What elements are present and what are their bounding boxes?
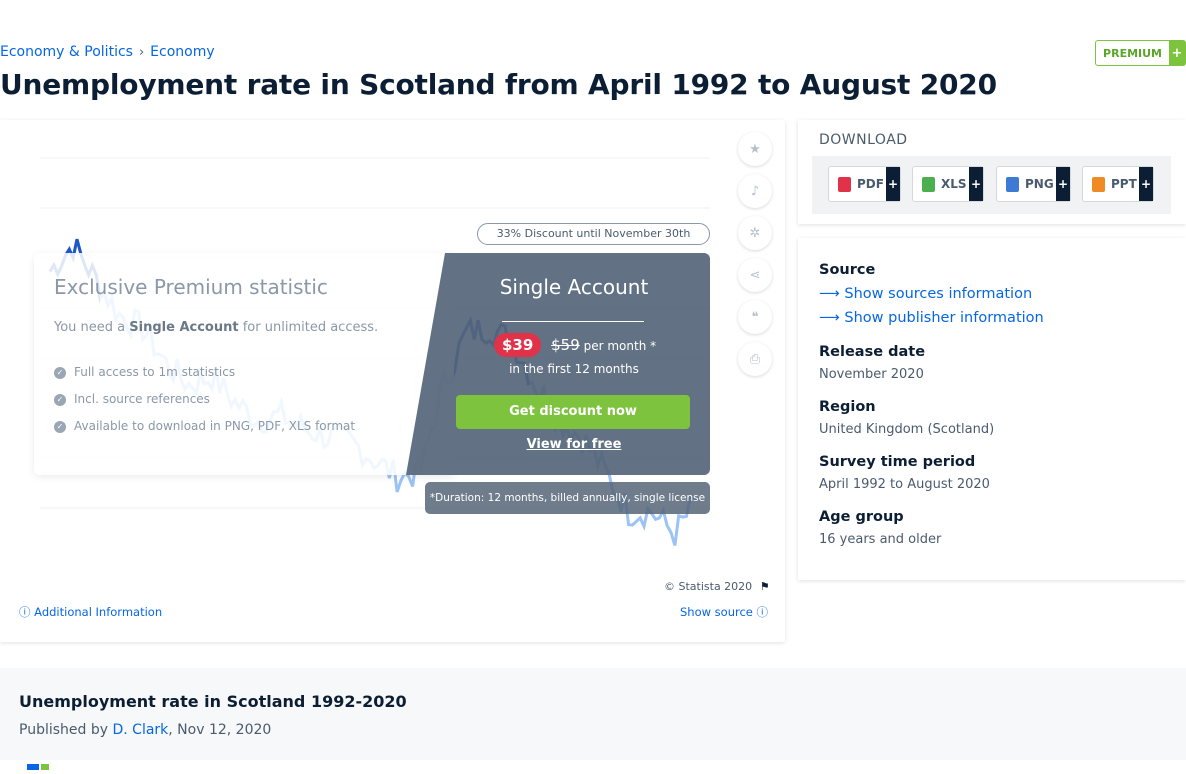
check-icon: ✓ xyxy=(54,366,66,379)
plus-icon: + xyxy=(1139,167,1153,201)
feature-text: Available to download in PNG, PDF, XLS f… xyxy=(74,419,356,433)
download-xls-button[interactable]: XLS + xyxy=(912,166,984,202)
download-ppt-label: PPT xyxy=(1111,177,1137,191)
download-row: PDF + XLS + PNG + PPT + xyxy=(812,156,1171,214)
chart-card: ★ ♪ ✲ ⋖ ❝ ⎙ 33% Discount until November … xyxy=(0,120,785,642)
region-value: United Kingdom (Scotland) xyxy=(819,422,995,437)
feature-text: Full access to 1m statistics xyxy=(74,365,236,379)
get-discount-button[interactable]: Get discount now xyxy=(456,395,690,429)
share-icon[interactable]: ⋖ xyxy=(738,258,772,292)
statistic-meta-card: Source ⟶ Show sources information ⟶ Show… xyxy=(798,238,1186,580)
duration-note: *Duration: 12 months, billed annually, s… xyxy=(425,482,710,514)
premium-label: PREMIUM xyxy=(1103,46,1162,60)
download-ppt-button[interactable]: PPT + xyxy=(1082,166,1154,202)
premium-plus-icon: + xyxy=(1169,41,1185,65)
feature-list: ✓ Full access to 1m statistics ✓ Incl. sou… xyxy=(54,359,355,440)
subtitle-suffix: for unlimited access. xyxy=(242,320,379,335)
copyright: © Statista 2020 ⚑ xyxy=(664,580,770,593)
feature-item: ✓ Full access to 1m statistics xyxy=(54,359,355,386)
plus-icon: + xyxy=(1056,167,1070,201)
breadcrumb-economy[interactable]: Economy xyxy=(150,44,214,60)
show-sources-link[interactable]: ⟶ Show sources information xyxy=(819,286,1032,302)
additional-information-label: Additional Information xyxy=(34,605,163,619)
release-date-label: Release date xyxy=(819,344,926,360)
subtitle-bold: Single Account xyxy=(129,320,239,335)
price-old: $59 xyxy=(551,336,580,354)
author-link[interactable]: D. Clark xyxy=(112,722,168,738)
breadcrumb: Economy & Politics › Economy xyxy=(0,44,215,60)
download-pdf-label: PDF xyxy=(857,177,884,191)
arrow-right-icon: ⟶ xyxy=(819,286,840,302)
subtitle-prefix: You need a xyxy=(54,320,126,335)
single-account-title: Single Account xyxy=(499,275,649,299)
overlay-heading: Exclusive Premium statistic xyxy=(54,275,328,299)
overlay-subtitle: You need a Single Account for unlimited … xyxy=(54,320,378,335)
show-source-link[interactable]: Show source ⓘ xyxy=(680,604,768,620)
download-xls-label: XLS xyxy=(941,177,967,191)
region-label: Region xyxy=(819,399,876,415)
age-group-label: Age group xyxy=(819,509,904,525)
download-png-label: PNG xyxy=(1025,177,1054,191)
price-unit: per month * xyxy=(583,339,657,353)
info-icon: ⓘ xyxy=(19,605,31,619)
discount-banner: 33% Discount until November 30th xyxy=(477,223,710,245)
check-icon: ✓ xyxy=(54,420,66,433)
info-icon: ⓘ xyxy=(756,605,769,619)
feature-item: ✓ Available to download in PNG, PDF, XLS … xyxy=(54,413,355,440)
view-for-free-link[interactable]: View for free xyxy=(437,437,711,452)
png-file-icon xyxy=(1006,176,1019,192)
download-card: DOWNLOAD PDF + XLS + PNG + PPT + xyxy=(798,120,1186,224)
survey-period-label: Survey time period xyxy=(819,454,976,470)
price-note: in the first 12 months xyxy=(509,362,639,376)
plus-icon: + xyxy=(886,167,900,201)
feature-text: Incl. source references xyxy=(74,392,210,406)
check-icon: ✓ xyxy=(54,393,66,406)
bell-icon[interactable]: ♪ xyxy=(738,174,772,208)
age-group-value: 16 years and older xyxy=(819,532,942,547)
premium-badge[interactable]: PREMIUM + xyxy=(1095,40,1186,66)
quote-icon[interactable]: ❝ xyxy=(738,300,772,334)
published-date: , Nov 12, 2020 xyxy=(168,722,272,738)
download-heading: DOWNLOAD xyxy=(819,132,908,148)
star-icon[interactable]: ★ xyxy=(738,132,772,166)
print-icon[interactable]: ⎙ xyxy=(738,342,772,376)
published-prefix: Published by xyxy=(19,722,109,738)
page-title: Unemployment rate in Scotland from April… xyxy=(0,68,997,101)
pdf-file-icon xyxy=(838,176,851,192)
premium-plus-icon xyxy=(27,755,53,770)
price-new: $39 xyxy=(494,333,542,357)
chart-toolbar: ★ ♪ ✲ ⋖ ❝ ⎙ xyxy=(738,132,772,384)
xls-file-icon xyxy=(922,176,935,192)
description-title: Unemployment rate in Scotland 1992-2020 xyxy=(19,692,407,711)
gear-icon[interactable]: ✲ xyxy=(738,216,772,250)
additional-information-link[interactable]: ⓘ Additional Information xyxy=(19,604,162,620)
source-label: Source xyxy=(819,262,876,278)
published-by: Published by D. Clark, Nov 12, 2020 xyxy=(19,722,271,738)
copyright-text: © Statista 2020 xyxy=(664,580,753,593)
arrow-right-icon: ⟶ xyxy=(819,310,840,326)
show-publisher-label: Show publisher information xyxy=(844,310,1044,326)
download-pdf-button[interactable]: PDF + xyxy=(828,166,901,202)
flag-icon[interactable]: ⚑ xyxy=(760,580,770,593)
single-account-divider xyxy=(502,321,644,322)
plus-icon: + xyxy=(969,167,983,201)
description-section: Unemployment rate in Scotland 1992-2020 … xyxy=(0,668,1186,770)
show-publisher-link[interactable]: ⟶ Show publisher information xyxy=(819,310,1044,326)
feature-item: ✓ Incl. source references xyxy=(54,386,355,413)
breadcrumb-separator: › xyxy=(138,44,145,60)
breadcrumb-economy-politics[interactable]: Economy & Politics xyxy=(0,44,133,60)
download-png-button[interactable]: PNG + xyxy=(996,166,1071,202)
release-date-value: November 2020 xyxy=(819,367,924,382)
survey-period-value: April 1992 to August 2020 xyxy=(819,477,990,492)
show-sources-label: Show sources information xyxy=(844,286,1033,302)
ppt-file-icon xyxy=(1092,176,1105,192)
top-bar xyxy=(0,0,1186,38)
show-source-label: Show source xyxy=(680,605,753,619)
premium-overlay: Exclusive Premium statistic You need a S… xyxy=(34,253,710,475)
price-block: $39 $59 per month * xyxy=(494,333,694,357)
